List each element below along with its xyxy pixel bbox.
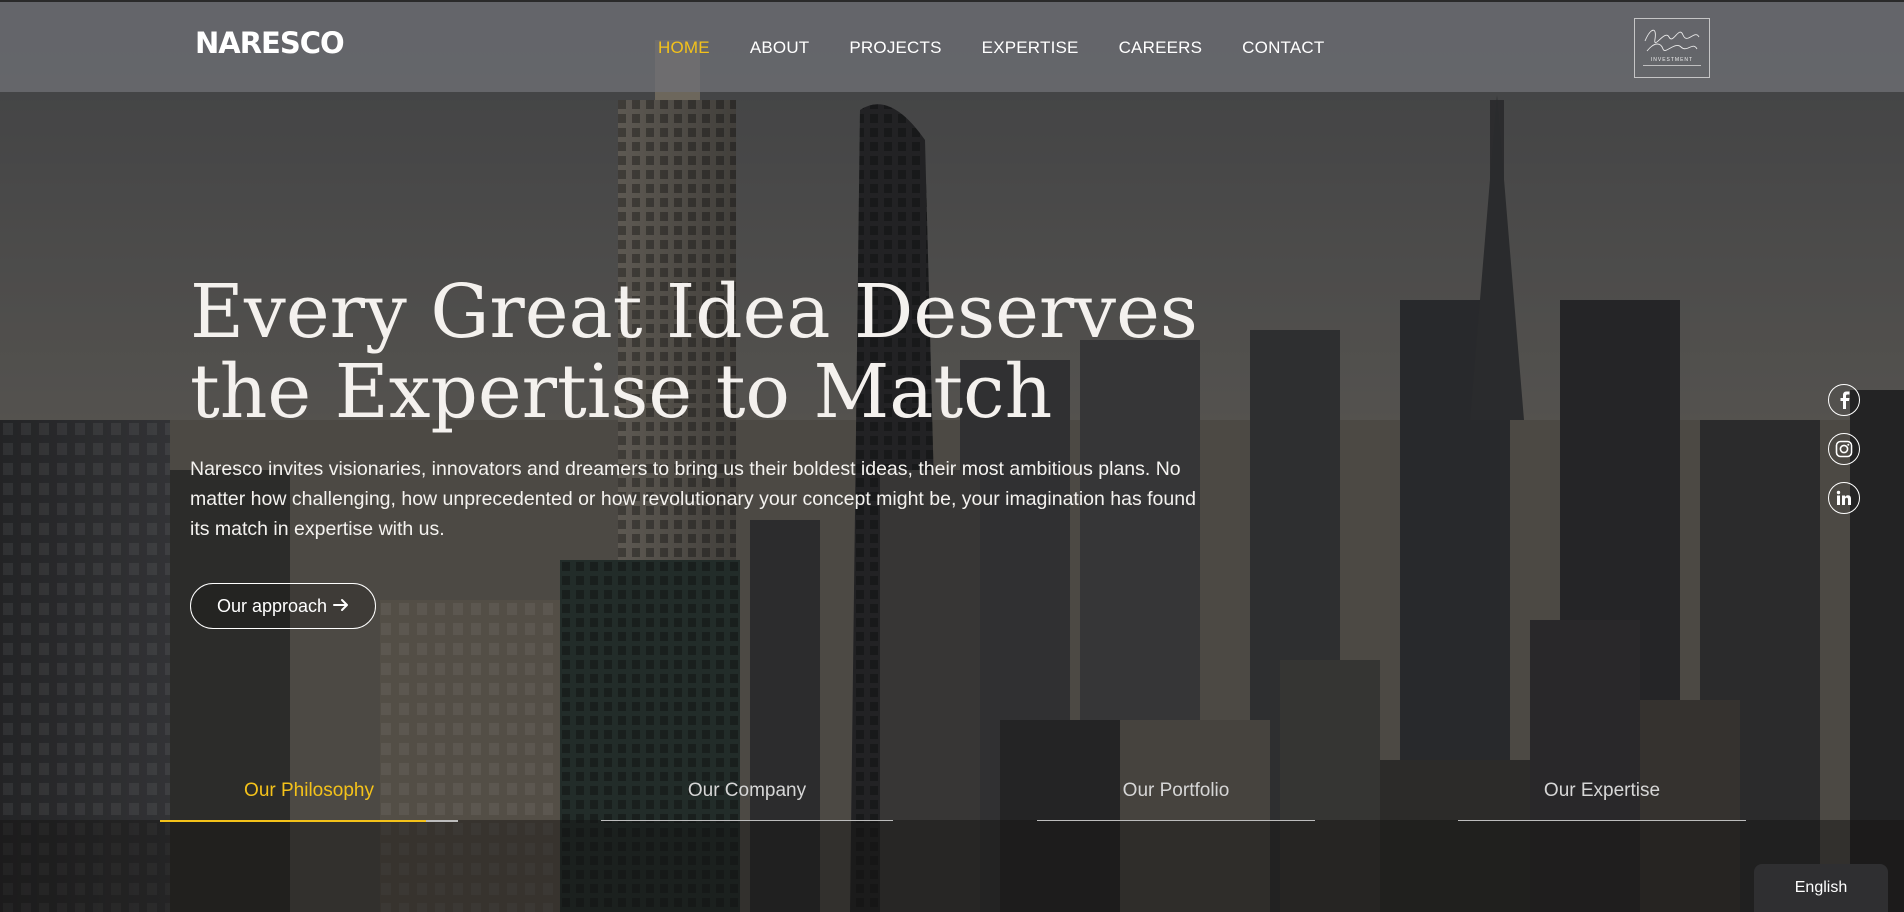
hero-title: Every Great Idea Deserves the Expertise … <box>190 269 1198 435</box>
partner-caption: INVESTMENT <box>1650 57 1694 63</box>
language-selected: English <box>1794 879 1848 896</box>
arrow-right-icon <box>333 596 349 617</box>
main-nav: HOME ABOUT PROJECTS EXPERTISE CAREERS CO… <box>658 38 1364 58</box>
nav-item-careers[interactable]: CAREERS <box>1119 38 1203 58</box>
site-header: NARESCO HOME ABOUT PROJECTS EXPERTISE CA… <box>0 0 1904 92</box>
tab-label: Our Philosophy <box>244 780 374 801</box>
our-approach-button[interactable]: Our approach <box>190 583 376 629</box>
facebook-icon[interactable] <box>1828 384 1860 416</box>
nav-item-contact[interactable]: CONTACT <box>1242 38 1324 58</box>
tab-label: Our Company <box>687 780 807 801</box>
tab-label: Our Expertise <box>1543 780 1661 801</box>
naresco-logo[interactable]: NARESCO <box>195 26 345 60</box>
partner-signature-logo[interactable]: INVESTMENT <box>1634 18 1710 78</box>
nav-item-expertise[interactable]: EXPERTISE <box>982 38 1079 58</box>
social-links <box>1828 384 1860 514</box>
tab-label: Our Portfolio <box>1122 780 1230 801</box>
nav-item-projects[interactable]: PROJECTS <box>849 38 941 58</box>
tab-our-philosophy[interactable]: Our Philosophy <box>160 780 458 822</box>
tab-our-company[interactable]: Our Company <box>601 780 893 821</box>
linkedin-icon[interactable] <box>1828 482 1860 514</box>
our-approach-label: Our approach <box>216 595 328 616</box>
nav-item-home[interactable]: HOME <box>658 38 710 58</box>
language-selector[interactable]: English <box>1754 864 1888 912</box>
hero-description: Naresco invites visionaries, innovators … <box>190 458 1196 540</box>
signature-icon <box>1644 29 1700 52</box>
nav-item-about[interactable]: ABOUT <box>750 38 810 58</box>
tab-our-portfolio[interactable]: Our Portfolio <box>1037 780 1315 821</box>
instagram-icon[interactable] <box>1828 433 1860 465</box>
tab-our-expertise[interactable]: Our Expertise <box>1458 780 1746 821</box>
